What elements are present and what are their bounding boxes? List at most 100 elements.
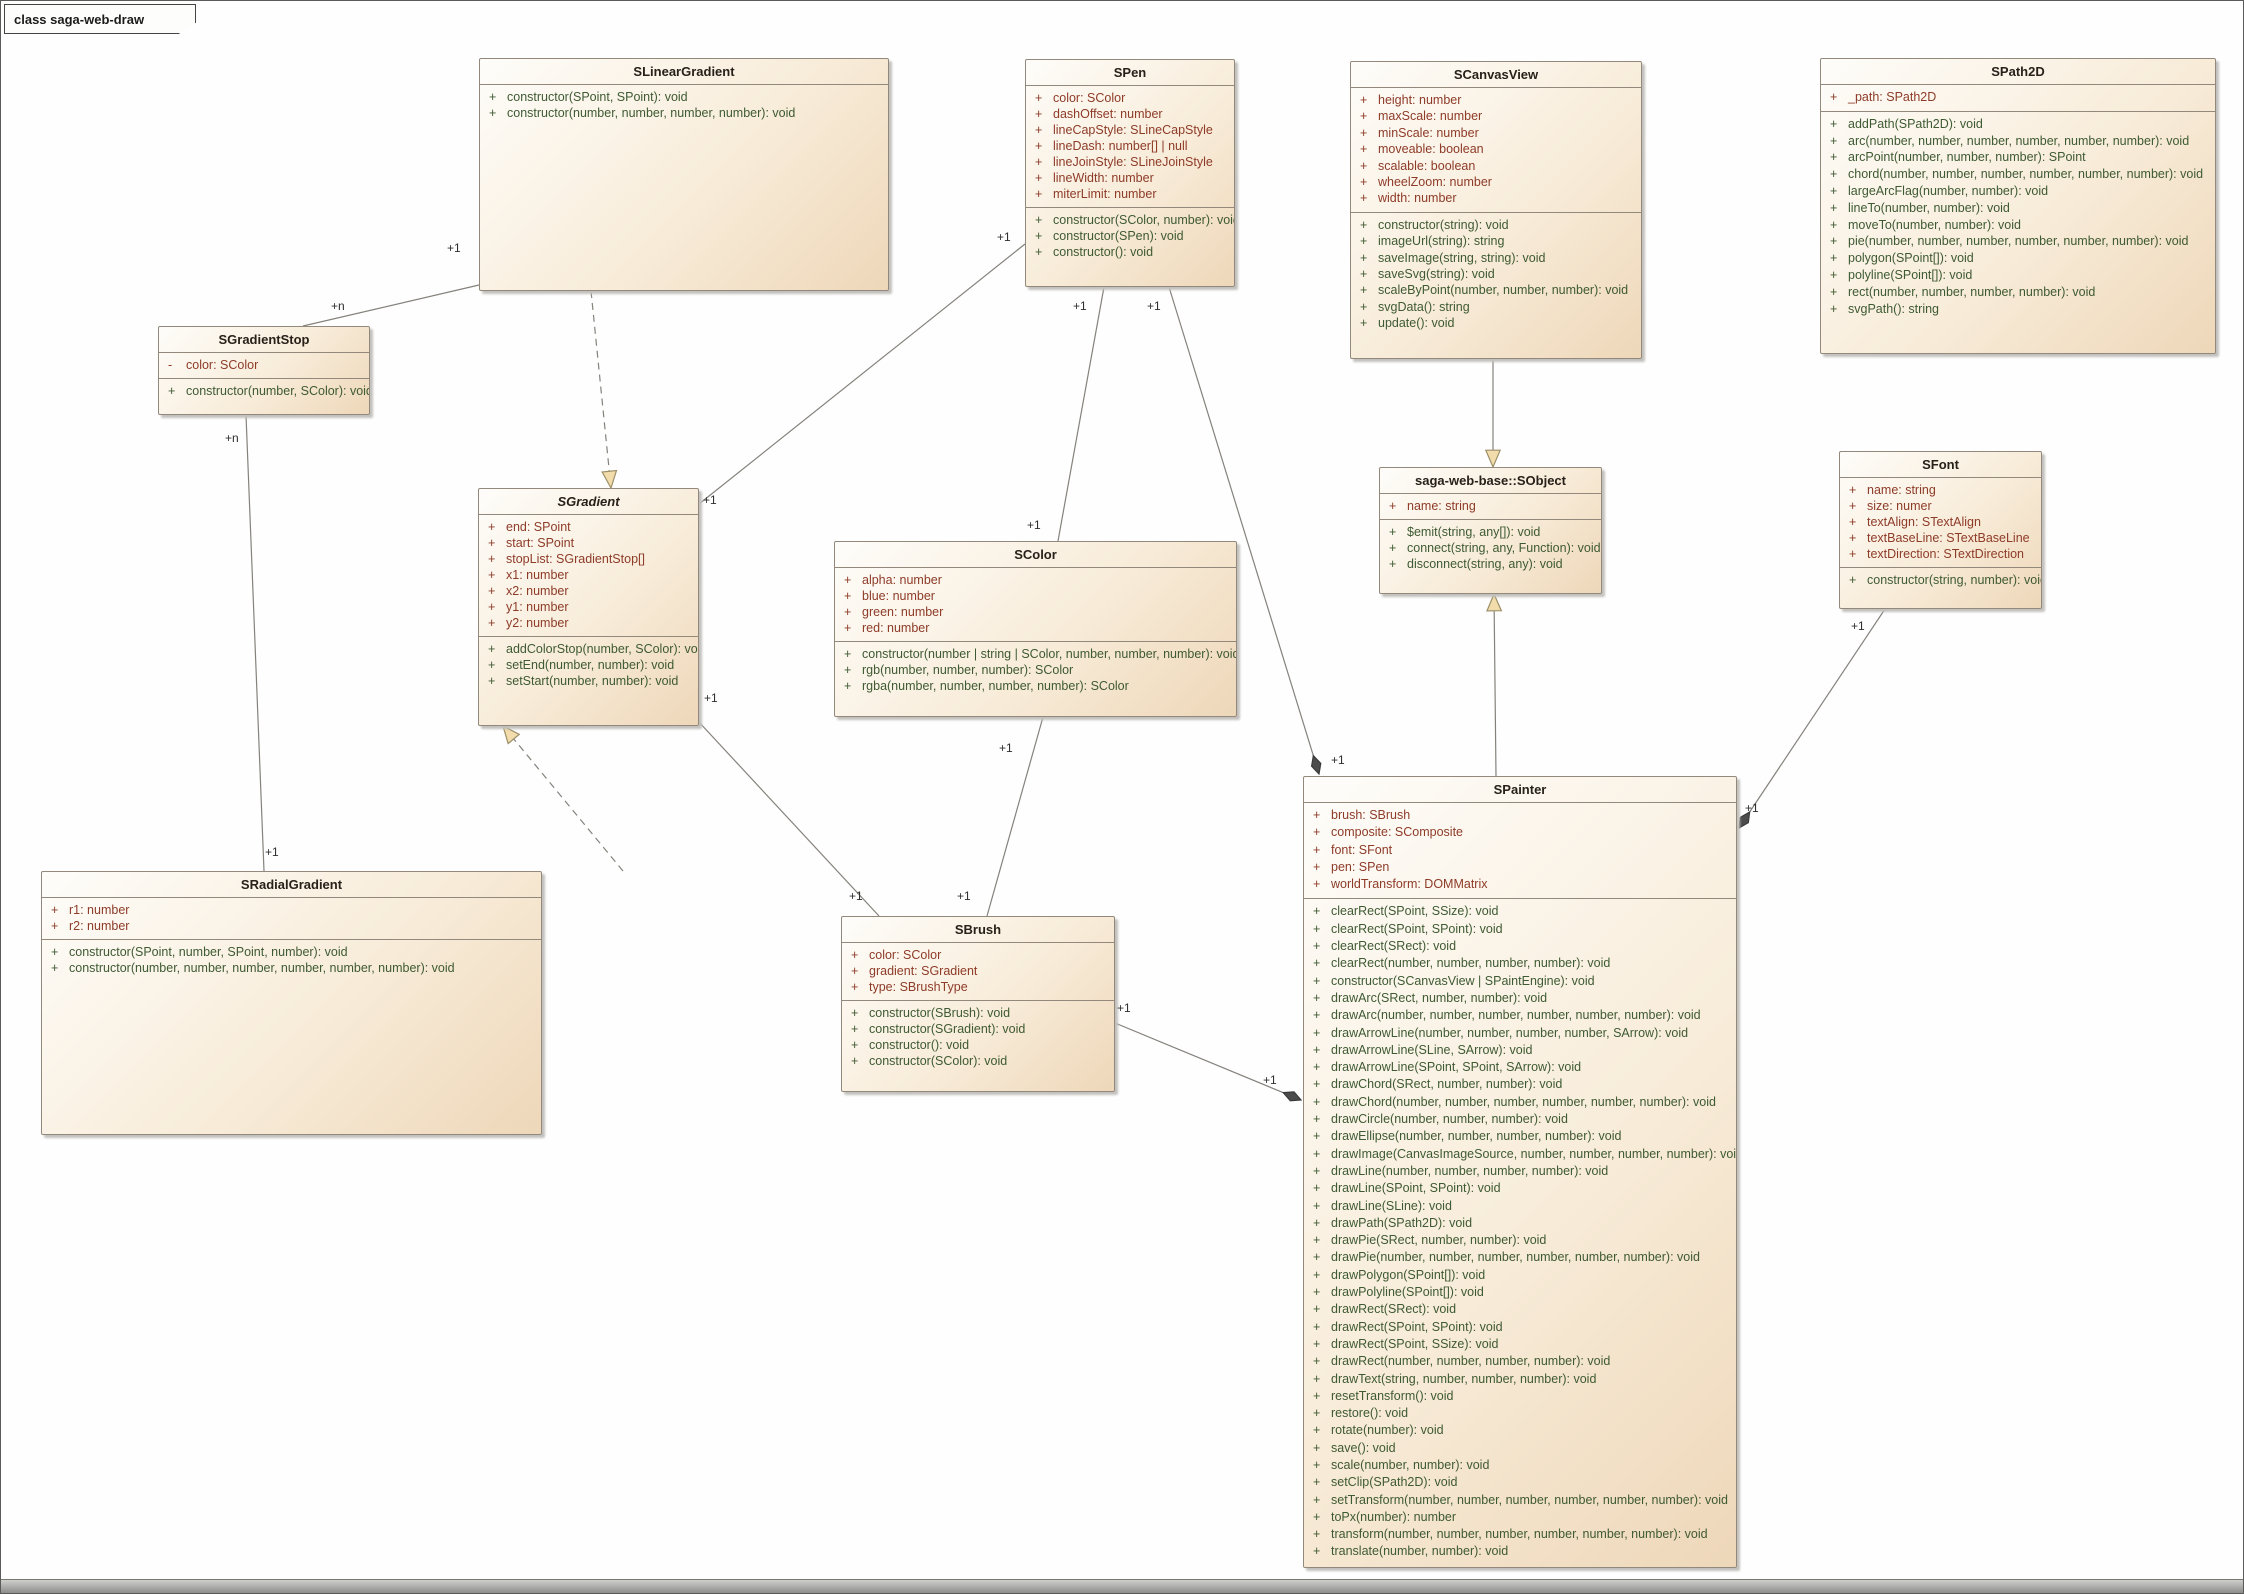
association-scolor-sbrush — [987, 717, 1043, 916]
method-row: +drawRect(SRect): void — [1304, 1301, 1736, 1318]
visibility-marker: + — [1304, 1457, 1331, 1474]
visibility-marker: + — [1351, 158, 1378, 174]
method-row: +constructor(SPoint, SPoint): void — [480, 89, 888, 105]
visibility-marker: + — [835, 646, 862, 662]
bottom-scrollbar-track[interactable] — [1, 1579, 2243, 1593]
visibility-marker: + — [1304, 1128, 1331, 1145]
visibility-marker: + — [1380, 540, 1407, 556]
class-sradialgradient[interactable]: SRadialGradient+r1: number+r2: number+co… — [41, 871, 542, 1135]
visibility-marker: + — [842, 1021, 869, 1037]
multiplicity-label: +1 — [999, 741, 1013, 755]
visibility-marker: + — [1821, 116, 1848, 133]
method-row: +drawImage(CanvasImageSource, number, nu… — [1304, 1146, 1736, 1163]
member-text: drawArrowLine(number, number, number, nu… — [1331, 1025, 1694, 1042]
visibility-marker: + — [1304, 1007, 1331, 1024]
visibility-marker: + — [1304, 1059, 1331, 1076]
class-spainter[interactable]: SPainter+brush: SBrush+composite: SCompo… — [1303, 776, 1737, 1568]
attribute-row: +textBaseLine: STextBaseLine — [1840, 530, 2041, 546]
visibility-marker: + — [1304, 1405, 1331, 1422]
member-text: drawImage(CanvasImageSource, number, num… — [1331, 1146, 1737, 1163]
multiplicity-label: +1 — [997, 230, 1011, 244]
visibility-marker: + — [1304, 955, 1331, 972]
class-scanvasview[interactable]: SCanvasView+height: number+maxScale: num… — [1350, 61, 1642, 359]
visibility-marker: + — [159, 383, 186, 399]
class-sobject[interactable]: saga-web-base::SObject+name: string+$emi… — [1379, 467, 1602, 594]
visibility-marker: + — [1380, 498, 1407, 514]
sbrush-attrs-compartment: +color: SColor+gradient: SGradient+type:… — [842, 942, 1114, 1000]
class-scolor[interactable]: SColor+alpha: number+blue: number+green:… — [834, 541, 1237, 717]
visibility-marker: + — [1026, 170, 1053, 186]
class-title-sradialgradient: SRadialGradient — [42, 872, 541, 897]
multiplicity-label: +1 — [703, 493, 717, 507]
visibility-marker: + — [1821, 267, 1848, 284]
member-text: restore(): void — [1331, 1405, 1414, 1422]
visibility-marker: + — [1304, 1388, 1331, 1405]
visibility-marker: + — [1821, 217, 1848, 234]
member-text: start: SPoint — [506, 535, 580, 551]
attribute-row: +height: number — [1351, 92, 1641, 108]
member-text: lineJoinStyle: SLineJoinStyle — [1053, 154, 1219, 170]
method-row: +arc(number, number, number, number, num… — [1821, 133, 2215, 150]
class-sgradientstop[interactable]: SGradientStop-color: SColor+constructor(… — [158, 326, 370, 415]
scanvasview-methods-compartment: +constructor(string): void+imageUrl(stri… — [1351, 212, 1641, 337]
generalization-spainter-sobject — [1494, 594, 1496, 776]
class-title-sobject: saga-web-base::SObject — [1380, 468, 1601, 493]
visibility-marker: + — [479, 657, 506, 673]
method-row: +drawPolyline(SPoint[]): void — [1304, 1284, 1736, 1301]
method-row: +constructor(number, number, number, num… — [480, 105, 888, 121]
class-sfont[interactable]: SFont+name: string+size: numer+textAlign… — [1839, 451, 2042, 609]
member-text: clearRect(number, number, number, number… — [1331, 955, 1616, 972]
class-spath2d[interactable]: SPath2D+_path: SPath2D+addPath(SPath2D):… — [1820, 58, 2216, 354]
visibility-marker: + — [842, 1037, 869, 1053]
multiplicity-label: +1 — [1745, 801, 1759, 815]
member-text: name: string — [1867, 482, 1942, 498]
class-title-spath2d: SPath2D — [1821, 59, 2215, 84]
member-text: gradient: SGradient — [869, 963, 983, 979]
class-spen[interactable]: SPen+color: SColor+dashOffset: number+li… — [1025, 59, 1235, 287]
member-text: constructor(SCanvasView | SPaintEngine):… — [1331, 973, 1601, 990]
visibility-marker: + — [42, 960, 69, 976]
member-text: color: SColor — [1053, 90, 1131, 106]
member-text: drawArc(number, number, number, number, … — [1331, 1007, 1707, 1024]
sradialgradient-methods-compartment: +constructor(SPoint, number, SPoint, num… — [42, 939, 541, 981]
method-row: +constructor(SGradient): void — [842, 1021, 1114, 1037]
member-text: name: string — [1407, 498, 1482, 514]
member-text: drawPie(SRect, number, number): void — [1331, 1232, 1552, 1249]
attribute-row: +scalable: boolean — [1351, 158, 1641, 174]
method-row: +drawLine(number, number, number, number… — [1304, 1163, 1736, 1180]
member-text: arcPoint(number, number, number): SPoint — [1848, 149, 2092, 166]
member-text: r2: number — [69, 918, 135, 934]
spath2d-attrs-compartment: +_path: SPath2D — [1821, 84, 2215, 111]
member-text: drawChord(number, number, number, number… — [1331, 1094, 1722, 1111]
visibility-marker: + — [1821, 149, 1848, 166]
attribute-row: +name: string — [1840, 482, 2041, 498]
method-row: +drawPolygon(SPoint[]): void — [1304, 1267, 1736, 1284]
member-text: drawCircle(number, number, number): void — [1331, 1111, 1574, 1128]
method-row: +constructor(number, SColor): void — [159, 383, 369, 399]
visibility-marker: + — [1351, 108, 1378, 124]
visibility-marker: + — [1304, 1198, 1331, 1215]
visibility-marker: + — [1304, 842, 1331, 859]
member-text: rect(number, number, number, number): vo… — [1848, 284, 2101, 301]
visibility-marker: + — [835, 662, 862, 678]
class-sbrush[interactable]: SBrush+color: SColor+gradient: SGradient… — [841, 916, 1115, 1092]
visibility-marker: + — [1380, 524, 1407, 540]
method-row: +constructor(SColor): void — [842, 1053, 1114, 1069]
method-row: +transform(number, number, number, numbe… — [1304, 1526, 1736, 1543]
composition-spainter-sbrush — [1115, 1023, 1301, 1100]
member-text: type: SBrushType — [869, 979, 974, 995]
attribute-row: +size: numer — [1840, 498, 2041, 514]
attribute-row: +moveable: boolean — [1351, 141, 1641, 157]
visibility-marker: + — [1304, 973, 1331, 990]
class-sgradient[interactable]: SGradient+end: SPoint+start: SPoint+stop… — [478, 488, 699, 726]
member-text: constructor(SColor): void — [869, 1053, 1013, 1069]
method-row: +drawPie(number, number, number, number,… — [1304, 1249, 1736, 1266]
visibility-marker: + — [835, 588, 862, 604]
method-row: +saveImage(string, string): void — [1351, 250, 1641, 266]
attribute-row: +green: number — [835, 604, 1236, 620]
class-slineargradient[interactable]: SLinearGradient+constructor(SPoint, SPoi… — [479, 58, 889, 291]
class-title-sgradientstop: SGradientStop — [159, 327, 369, 352]
visibility-marker: + — [835, 678, 862, 694]
member-text: drawPath(SPath2D): void — [1331, 1215, 1478, 1232]
method-row: +polyline(SPoint[]): void — [1821, 267, 2215, 284]
